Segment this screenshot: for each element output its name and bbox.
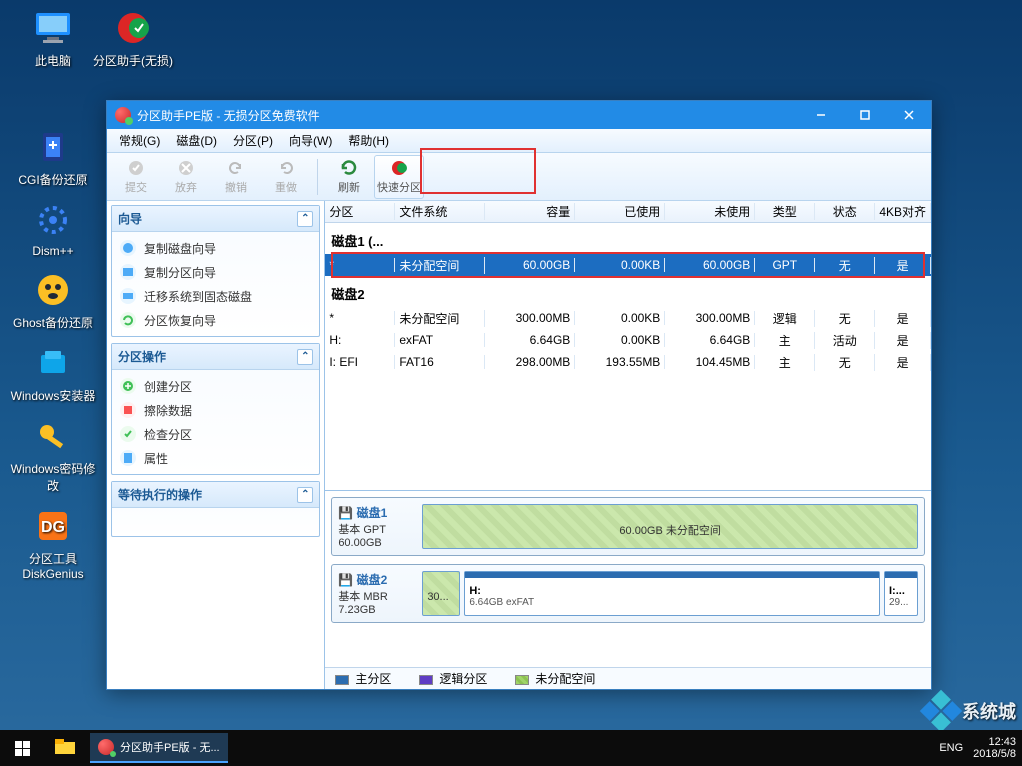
menu-general[interactable]: 常规(G) [111,130,168,151]
taskbar: 分区助手PE版 - 无... ENG 12:43 2018/5/8 [0,730,1022,766]
volume-h[interactable]: H: 6.64GB exFAT [464,571,880,616]
maximize-button[interactable] [843,101,887,129]
col-align[interactable]: 4KB对齐 [875,203,931,220]
legend-unalloc: 未分配空间 [515,670,595,687]
watermark: 系统城 [926,696,1016,726]
disk-block-1[interactable]: 💾 磁盘1 基本 GPT 60.00GB 60.00GB 未分配空间 [331,497,925,556]
op-create-partition[interactable]: 创建分区 [114,374,317,398]
sidebar: 向导 ⌃ 复制磁盘向导 复制分区向导 迁移系统到固态磁盘 分区恢复向导 分区操作… [107,201,324,689]
taskbar-task[interactable]: 分区助手PE版 - 无... [90,733,228,763]
collapse-icon[interactable]: ⌃ [297,211,313,227]
svg-text:DG: DG [41,519,65,536]
menu-wizard[interactable]: 向导(W) [281,130,340,151]
panel-header[interactable]: 等待执行的操作 ⌃ [112,482,319,508]
volume-i[interactable]: I:... 29... [884,571,918,616]
wizard-recover-partition[interactable]: 分区恢复向导 [114,308,317,332]
disk-map-area: 💾 磁盘1 基本 GPT 60.00GB 60.00GB 未分配空间 💾 磁盘2 [325,491,931,667]
wizard-copy-disk[interactable]: 复制磁盘向导 [114,236,317,260]
menu-bar: 常规(G) 磁盘(D) 分区(P) 向导(W) 帮助(H) [107,129,931,153]
desktop-icon-win-installer[interactable]: Windows安装器 [8,343,98,404]
tb-commit[interactable]: 提交 [111,155,161,199]
minimize-button[interactable] [799,101,843,129]
window-title: 分区助手PE版 - 无损分区免费软件 [137,107,320,124]
col-filesystem[interactable]: 文件系统 [395,203,485,220]
panel-header[interactable]: 向导 ⌃ [112,206,319,232]
table-row[interactable]: * 未分配空间 300.00MB 0.00KB 300.00MB 逻辑 无 是 [325,307,931,329]
tray-lang[interactable]: ENG [939,742,963,754]
table-header: 分区 文件系统 容量 已使用 未使用 类型 状态 4KB对齐 [325,201,931,223]
tb-discard[interactable]: 放弃 [161,155,211,199]
menu-partition[interactable]: 分区(P) [225,130,281,151]
panel-header[interactable]: 分区操作 ⌃ [112,344,319,370]
legend: 主分区 逻辑分区 未分配空间 [325,667,931,689]
wizard-migrate-ssd[interactable]: 迁移系统到固态磁盘 [114,284,317,308]
disk-info: 💾 磁盘2 基本 MBR 7.23GB [338,571,416,616]
desktop-icons: 此电脑 CGI备份还原 Dism++ Ghost备份还原 Windows安装器 … [8,8,98,593]
disk-label[interactable]: 磁盘1 (... [325,223,931,254]
desktop-icon-win-password[interactable]: Windows密码修改 [8,416,98,494]
desktop-icon-this-pc[interactable]: 此电脑 [8,8,98,69]
task-icon [98,739,114,755]
right-pane: 分区 文件系统 容量 已使用 未使用 类型 状态 4KB对齐 磁盘1 (... … [324,201,931,689]
titlebar[interactable]: 分区助手PE版 - 无损分区免费软件 [107,101,931,129]
table-row[interactable]: * 未分配空间 60.00GB 0.00KB 60.00GB GPT 无 是 [325,254,931,276]
desktop-icon-ghost[interactable]: Ghost备份还原 [8,270,98,331]
op-check-partition[interactable]: 检查分区 [114,422,317,446]
desktop-icon-dism[interactable]: Dism++ [8,200,98,258]
volume-unallocated[interactable]: 30... [422,571,460,616]
table-row[interactable]: I: EFI FAT16 298.00MB 193.55MB 104.45MB … [325,351,931,373]
icon-label: CGI备份还原 [8,171,98,188]
disk-info: 💾 磁盘1 基本 GPT 60.00GB [338,504,416,549]
volume-unallocated[interactable]: 60.00GB 未分配空间 [422,504,918,549]
disk-block-2[interactable]: 💾 磁盘2 基本 MBR 7.23GB 30... H: 6.64GB exFA… [331,564,925,623]
tb-quick-partition[interactable]: 快速分区 [374,155,424,199]
app-icon [115,107,131,123]
tb-refresh[interactable]: 刷新 [324,155,374,199]
content: 向导 ⌃ 复制磁盘向导 复制分区向导 迁移系统到固态磁盘 分区恢复向导 分区操作… [107,201,931,689]
icon-label: Windows安装器 [8,387,98,404]
icon-label: 此电脑 [8,52,98,69]
panel-pending: 等待执行的操作 ⌃ [111,481,320,537]
icon-label: Dism++ [8,244,98,258]
table-row[interactable]: H: exFAT 6.64GB 0.00KB 6.64GB 主 活动 是 [325,329,931,351]
menu-help[interactable]: 帮助(H) [340,130,397,151]
panel-wizard: 向导 ⌃ 复制磁盘向导 复制分区向导 迁移系统到固态磁盘 分区恢复向导 [111,205,320,337]
wizard-copy-partition[interactable]: 复制分区向导 [114,260,317,284]
desktop-icon-diskgenius[interactable]: DG 分区工具DiskGenius [8,506,98,581]
app-window: 分区助手PE版 - 无损分区免费软件 常规(G) 磁盘(D) 分区(P) 向导(… [106,100,932,690]
taskbar-file-explorer[interactable] [46,733,84,763]
start-button[interactable] [0,730,44,766]
collapse-icon[interactable]: ⌃ [297,487,313,503]
col-status[interactable]: 状态 [815,203,875,220]
col-used[interactable]: 已使用 [575,203,665,220]
col-partition[interactable]: 分区 [325,203,395,220]
col-capacity[interactable]: 容量 [485,203,575,220]
icon-label: 分区助手(无损) [88,52,178,69]
icon-label: Ghost备份还原 [8,314,98,331]
col-type[interactable]: 类型 [755,203,815,220]
tray-clock[interactable]: 12:43 2018/5/8 [973,736,1016,760]
panel-partition-ops: 分区操作 ⌃ 创建分区 擦除数据 检查分区 属性 [111,343,320,475]
desktop-icon-cgi-backup[interactable]: CGI备份还原 [8,127,98,188]
close-button[interactable] [887,101,931,129]
partition-grid: 磁盘1 (... * 未分配空间 60.00GB 0.00KB 60.00GB … [325,223,931,491]
op-properties[interactable]: 属性 [114,446,317,470]
disk-label[interactable]: 磁盘2 [325,276,931,307]
op-wipe-data[interactable]: 擦除数据 [114,398,317,422]
toolbar: 提交 放弃 撤销 重做 刷新 快速分区 [107,153,931,201]
legend-primary: 主分区 [335,670,391,687]
icon-label: 分区工具DiskGenius [8,550,98,581]
icon-label: Windows密码修改 [8,460,98,494]
menu-disk[interactable]: 磁盘(D) [168,130,225,151]
collapse-icon[interactable]: ⌃ [297,349,313,365]
system-tray: ENG 12:43 2018/5/8 [939,736,1022,760]
col-unused[interactable]: 未使用 [665,203,755,220]
tb-undo[interactable]: 撤销 [211,155,261,199]
tb-redo[interactable]: 重做 [261,155,311,199]
desktop-icon-partition-assistant[interactable]: 分区助手(无损) [88,8,178,69]
legend-logical: 逻辑分区 [419,670,487,687]
